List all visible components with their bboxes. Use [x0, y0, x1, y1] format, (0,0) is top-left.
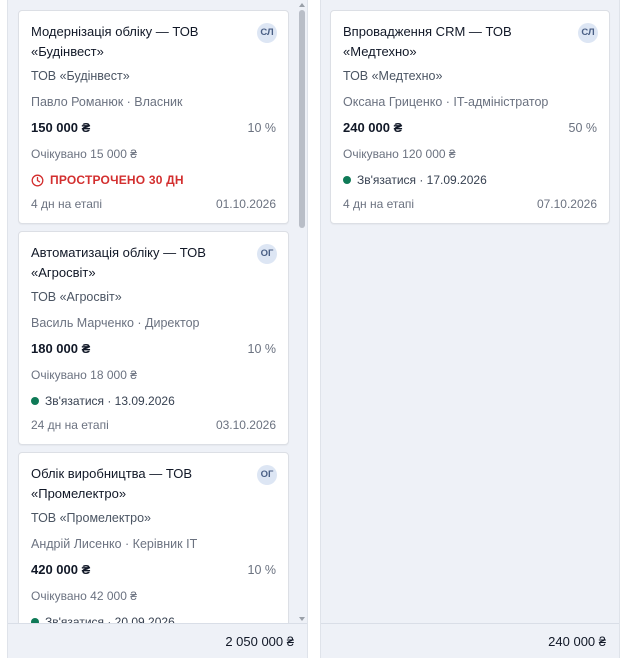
deal-probability: 10 %: [247, 563, 277, 577]
column-total: 2 050 000 ₴: [8, 623, 307, 658]
deal-date: 07.10.2026: [536, 197, 597, 211]
deal-company: ТОВ «Агросвіт»: [31, 290, 122, 304]
column-card-list: Модернізація обліку — ТОВ «Будінвест» СЛ…: [8, 0, 307, 623]
next-action-label: Зв'язатися · 13.09.2026: [45, 394, 175, 408]
deal-card[interactable]: Впровадження CRM — ТОВ «Медтехно» СЛ ТОВ…: [330, 10, 610, 224]
status-dot-icon: [31, 397, 39, 405]
scroll-thumb[interactable]: [299, 10, 305, 228]
deal-card[interactable]: Модернізація обліку — ТОВ «Будінвест» СЛ…: [18, 10, 289, 224]
deal-contact: Василь Марченко · Директор: [31, 316, 200, 330]
column-card-list: Впровадження CRM — ТОВ «Медтехно» СЛ ТОВ…: [321, 0, 619, 623]
deal-title: Впровадження CRM — ТОВ «Медтехно»: [343, 24, 512, 59]
owner-avatar[interactable]: СЛ: [578, 23, 598, 43]
column-total: 240 000 ₴: [321, 623, 619, 658]
days-in-stage: 24 дн на етапі: [31, 418, 109, 432]
deal-amount: 150 000 ₴: [31, 120, 91, 135]
status-dot-icon: [343, 176, 351, 184]
deal-card[interactable]: Автоматизація обліку — ТОВ «Агросвіт» ОГ…: [18, 231, 289, 445]
days-in-stage: 4 дн на етапі: [343, 197, 415, 211]
scroll-down-icon[interactable]: [299, 617, 305, 621]
deal-title: Модернізація обліку — ТОВ «Будінвест»: [31, 24, 199, 59]
deal-expected: Очікувано 120 000 ₴: [343, 147, 456, 161]
deal-contact: Оксана Гриценко · IT-адміністратор: [343, 95, 549, 109]
deal-probability: 10 %: [247, 121, 277, 135]
deal-contact: Андрій Лисенко · Керівник IT: [31, 537, 198, 551]
deal-company: ТОВ «Промелектро»: [31, 511, 152, 525]
deal-probability: 50 %: [568, 121, 598, 135]
pipeline-column: Модернізація обліку — ТОВ «Будінвест» СЛ…: [7, 0, 308, 658]
column-scrollbar[interactable]: [297, 0, 307, 623]
deal-amount: 180 000 ₴: [31, 341, 91, 356]
next-action-label: Зв'язатися · 17.09.2026: [357, 173, 487, 187]
deal-status: Зв'язатися · 20.09.2026: [31, 612, 276, 623]
owner-avatar[interactable]: СЛ: [257, 23, 277, 43]
deal-company: ТОВ «Будінвест»: [31, 69, 130, 83]
scroll-up-icon[interactable]: [299, 3, 305, 7]
deal-status: Зв'язатися · 17.09.2026: [343, 170, 597, 190]
owner-avatar[interactable]: ОГ: [257, 244, 277, 264]
deal-expected: Очікувано 15 000 ₴: [31, 147, 137, 161]
deal-status: ПРОСТРОЧЕНО 30 ДН: [31, 170, 276, 190]
deal-status: Зв'язатися · 13.09.2026: [31, 391, 276, 411]
deal-company: ТОВ «Медтехно»: [343, 69, 443, 83]
deal-amount: 240 000 ₴: [343, 120, 403, 135]
next-action-label: Зв'язатися · 20.09.2026: [45, 615, 175, 623]
deal-title: Облік виробництва — ТОВ «Промелектро»: [31, 466, 193, 501]
deal-card[interactable]: Облік виробництва — ТОВ «Промелектро» ОГ…: [18, 452, 289, 623]
deal-amount: 420 000 ₴: [31, 562, 91, 577]
deal-contact: Павло Романюк · Власник: [31, 95, 183, 109]
clock-icon: [31, 174, 44, 186]
pipeline-column: Впровадження CRM — ТОВ «Медтехно» СЛ ТОВ…: [320, 0, 620, 658]
deal-date: 03.10.2026: [215, 418, 276, 432]
owner-avatar[interactable]: ОГ: [257, 465, 277, 485]
deal-title: Автоматизація обліку — ТОВ «Агросвіт»: [31, 245, 206, 280]
deal-date: 01.10.2026: [215, 197, 276, 211]
deal-probability: 10 %: [247, 342, 277, 356]
deal-expected: Очікувано 42 000 ₴: [31, 589, 137, 603]
deal-expected: Очікувано 18 000 ₴: [31, 368, 137, 382]
overdue-label: ПРОСТРОЧЕНО 30 ДН: [50, 173, 184, 187]
days-in-stage: 4 дн на етапі: [31, 197, 103, 211]
